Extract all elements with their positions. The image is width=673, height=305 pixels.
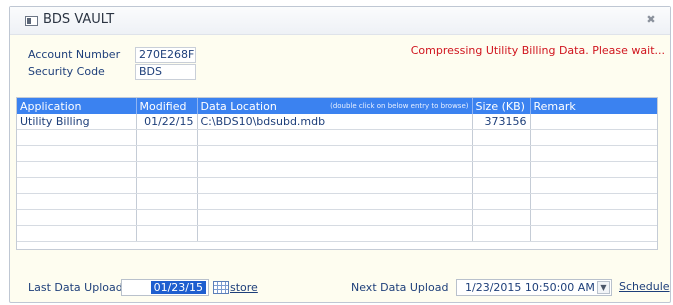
empty-row[interactable]: [17, 225, 657, 242]
empty-row[interactable]: [17, 193, 657, 210]
last-upload-date-value: 01/23/15: [150, 281, 206, 294]
chevron-down-icon[interactable]: ▼: [597, 281, 610, 294]
restore-label: store: [230, 281, 258, 294]
data-grid[interactable]: Application Modified Data Location (doub…: [16, 97, 658, 250]
next-upload-label: Next Data Upload: [351, 281, 449, 294]
last-upload-date-field[interactable]: 01/23/15: [121, 279, 209, 296]
column-header-data-location[interactable]: Data Location (double click on below ent…: [197, 98, 473, 114]
empty-row[interactable]: [17, 129, 657, 146]
cell-size: 373156: [472, 114, 531, 130]
security-code-field: BDS: [135, 64, 196, 80]
column-header-data-location-label: Data Location: [200, 99, 277, 113]
column-header-application[interactable]: Application: [17, 98, 137, 114]
restore-button[interactable]: store: [213, 280, 258, 295]
calendar-icon: [213, 281, 229, 294]
cell-remark: [530, 114, 657, 130]
window-title: BDS VAULT: [43, 12, 115, 27]
account-number-label: Account Number: [28, 48, 121, 61]
empty-row[interactable]: [17, 177, 657, 194]
column-header-remark[interactable]: Remark: [530, 98, 657, 114]
last-upload-label: Last Data Upload: [28, 281, 123, 294]
empty-row[interactable]: [17, 209, 657, 226]
schedule-link[interactable]: Schedule: [619, 280, 670, 293]
cell-data-location[interactable]: C:\BDS10\bdsubd.mdb: [197, 114, 473, 130]
browse-hint: (double click on below entry to browse): [330, 102, 469, 110]
close-icon[interactable]: ✖: [644, 13, 658, 27]
window-icon: [25, 16, 38, 26]
cell-application: Utility Billing: [17, 114, 137, 130]
title-bar: BDS VAULT ✖: [10, 7, 670, 35]
security-code-label: Security Code: [28, 65, 105, 78]
status-message: Compressing Utility Billing Data. Please…: [410, 44, 665, 57]
cell-modified: 01/22/15: [136, 114, 198, 130]
empty-row[interactable]: [17, 161, 657, 178]
column-header-modified[interactable]: Modified: [136, 98, 198, 114]
next-upload-select[interactable]: 1/23/2015 10:50:00 AM ▼: [456, 279, 612, 296]
table-row[interactable]: Utility Billing 01/22/15 C:\BDS10\bdsubd…: [17, 114, 657, 130]
account-number-field: 270E268F: [135, 47, 196, 63]
data-table: Application Modified Data Location (doub…: [17, 98, 657, 242]
column-header-size[interactable]: Size (KB): [472, 98, 531, 114]
empty-row[interactable]: [17, 145, 657, 162]
table-header-row: Application Modified Data Location (doub…: [17, 98, 657, 114]
next-upload-value: 1/23/2015 10:50:00 AM: [465, 281, 595, 294]
